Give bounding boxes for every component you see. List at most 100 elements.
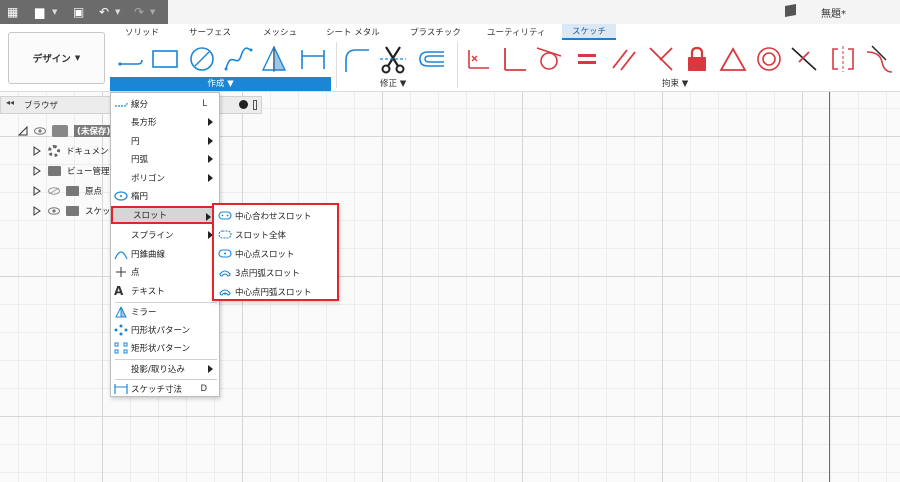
coincident-constraint-icon[interactable] <box>463 44 493 74</box>
document-icon <box>785 4 796 17</box>
menu-item-circle[interactable]: 円 <box>111 132 219 150</box>
component-icon <box>52 125 68 137</box>
overall-slot-icon <box>218 230 232 239</box>
rectangle-tool-icon[interactable] <box>150 44 180 74</box>
menu-item-circular-pattern[interactable]: 円形状パターン <box>111 321 219 339</box>
file-caret-icon[interactable]: ▼ <box>52 4 57 20</box>
hidden-eye-icon[interactable] <box>48 187 60 195</box>
collapsed-triangle-icon[interactable] <box>32 146 42 156</box>
tab-solid[interactable]: ソリッド <box>125 26 159 40</box>
browser-minimize-icon[interactable] <box>239 100 248 109</box>
triangle-constraint-icon[interactable] <box>718 44 748 74</box>
browser-item-named-views[interactable]: ビュー管理 <box>32 162 110 180</box>
submenu-arrow-icon <box>208 155 213 163</box>
trim-scissors-icon[interactable] <box>378 44 408 74</box>
group-divider <box>336 42 337 88</box>
tab-sketch[interactable]: スケッチ <box>562 24 617 40</box>
redo-icon[interactable]: ↷ <box>134 4 144 20</box>
redo-caret-icon[interactable]: ▼ <box>150 4 155 20</box>
constraints-menu-button[interactable]: 拘束 ▼ <box>662 77 688 91</box>
mirror-icon <box>115 306 127 318</box>
collinear-constraint-icon[interactable] <box>646 44 676 74</box>
midpoint-constraint-icon[interactable] <box>789 44 819 74</box>
modify-menu-button[interactable]: 修正 ▼ <box>380 77 406 91</box>
workspace-switcher-button[interactable]: デザイン ▼ <box>8 32 105 84</box>
line-tool-icon[interactable] <box>116 44 146 74</box>
menu-item-spline[interactable]: スプライン <box>111 226 219 244</box>
fix-lock-icon[interactable] <box>682 44 712 74</box>
browser-root-row[interactable]: (未保存) <box>18 122 114 140</box>
create-menu-button[interactable]: 作成 ▼ <box>110 77 331 91</box>
collapse-browser-icon[interactable]: ◂◂ <box>6 98 14 107</box>
center-point-slot-icon <box>218 249 232 258</box>
spline-tool-icon[interactable] <box>223 44 253 74</box>
concentric-constraint-icon[interactable] <box>754 44 784 74</box>
menu-item-point[interactable]: 点 <box>111 263 219 281</box>
perpendicular-constraint-icon[interactable] <box>499 44 529 74</box>
parallel-constraint-icon[interactable] <box>609 44 639 74</box>
menu-item-rectangle[interactable]: 長方形 <box>111 113 219 131</box>
menu-item-ellipse[interactable]: 楕円 <box>111 187 219 205</box>
constraints-group-label: 拘束 <box>662 79 680 89</box>
app-grid-icon[interactable]: ▦ <box>7 4 18 20</box>
point-icon <box>116 267 126 277</box>
center-arc-slot-icon <box>219 289 231 296</box>
folder-icon <box>66 186 79 196</box>
menu-item-polygon[interactable]: ポリゴン <box>111 169 219 187</box>
expanded-triangle-icon[interactable] <box>18 126 28 136</box>
menu-item-mirror[interactable]: ミラー <box>111 303 219 321</box>
tab-surface[interactable]: サーフェス <box>189 26 231 40</box>
equal-constraint-icon[interactable] <box>572 44 602 74</box>
browser-item-label: 原点 <box>85 187 103 197</box>
menu-item-conic-curve[interactable]: 円錐曲線 <box>111 245 219 263</box>
browser-pin-icon[interactable] <box>253 100 257 110</box>
symmetry-constraint-icon[interactable] <box>828 44 858 74</box>
tab-sheet-metal[interactable]: シート メタル <box>326 26 380 40</box>
tab-utilities[interactable]: ユーティリティ <box>487 26 545 40</box>
tab-mesh[interactable]: メッシュ <box>263 26 297 40</box>
tangent-constraint-icon[interactable] <box>534 44 564 74</box>
submenu-arrow-icon <box>208 365 213 373</box>
mirror-tool-icon[interactable] <box>259 44 289 74</box>
browser-item-label: ビュー管理 <box>67 167 110 177</box>
browser-item-origin[interactable]: 原点 <box>32 182 102 200</box>
fillet-tool-icon[interactable] <box>341 44 371 74</box>
conic-icon <box>114 251 128 260</box>
workspace-label: デザイン <box>32 54 71 65</box>
collapsed-triangle-icon[interactable] <box>32 206 42 216</box>
collapsed-triangle-icon[interactable] <box>32 186 42 196</box>
center-slot-icon <box>218 211 232 220</box>
browser-item-sketches[interactable]: スケッチ <box>32 202 119 220</box>
chevron-down-icon: ▼ <box>227 79 234 89</box>
menu-item-arc[interactable]: 円弧 <box>111 150 219 168</box>
submenu-arrow-icon <box>208 118 213 126</box>
browser-item-document-settings[interactable]: ドキュメント <box>32 142 117 160</box>
save-icon[interactable]: ▣ <box>73 4 84 20</box>
rectangular-pattern-icon <box>114 342 128 354</box>
file-icon[interactable]: ▆ <box>35 4 44 20</box>
dimension-tool-icon[interactable] <box>298 44 328 74</box>
menu-item-line[interactable]: 線分 L <box>111 95 219 113</box>
chevron-down-icon: ▼ <box>681 79 689 89</box>
menu-item-rectangular-pattern[interactable]: 矩形状パターン <box>111 339 219 357</box>
collapsed-triangle-icon[interactable] <box>32 166 42 176</box>
circular-pattern-icon <box>114 324 128 336</box>
tab-plastic[interactable]: プラスチック <box>410 26 461 40</box>
group-divider <box>457 42 458 88</box>
visibility-eye-icon[interactable] <box>48 207 60 215</box>
visibility-eye-icon[interactable] <box>34 127 46 135</box>
offset-tool-icon[interactable] <box>416 44 446 74</box>
arc-slot-icon <box>219 270 231 277</box>
menu-item-slot[interactable]: スロット <box>111 206 219 224</box>
undo-icon[interactable]: ↶ <box>99 4 109 20</box>
undo-caret-icon[interactable]: ▼ <box>115 4 120 20</box>
chevron-down-icon: ▼ <box>74 54 81 62</box>
circle-tool-icon[interactable] <box>187 44 217 74</box>
menu-item-project-include[interactable]: 投影/取り込み <box>111 360 219 378</box>
menu-item-sketch-dimension[interactable]: スケッチ寸法 D <box>111 380 219 398</box>
root-component-label: (未保存) <box>74 125 114 137</box>
curvature-constraint-icon[interactable] <box>864 44 894 74</box>
browser-title: ブラウザ <box>24 101 59 111</box>
menu-item-text[interactable]: A テキスト <box>111 282 219 300</box>
slot-submenu: 中心合わせスロット スロット全体 中心点スロット 3点円弧スロット 中心点円弧ス… <box>212 203 339 301</box>
